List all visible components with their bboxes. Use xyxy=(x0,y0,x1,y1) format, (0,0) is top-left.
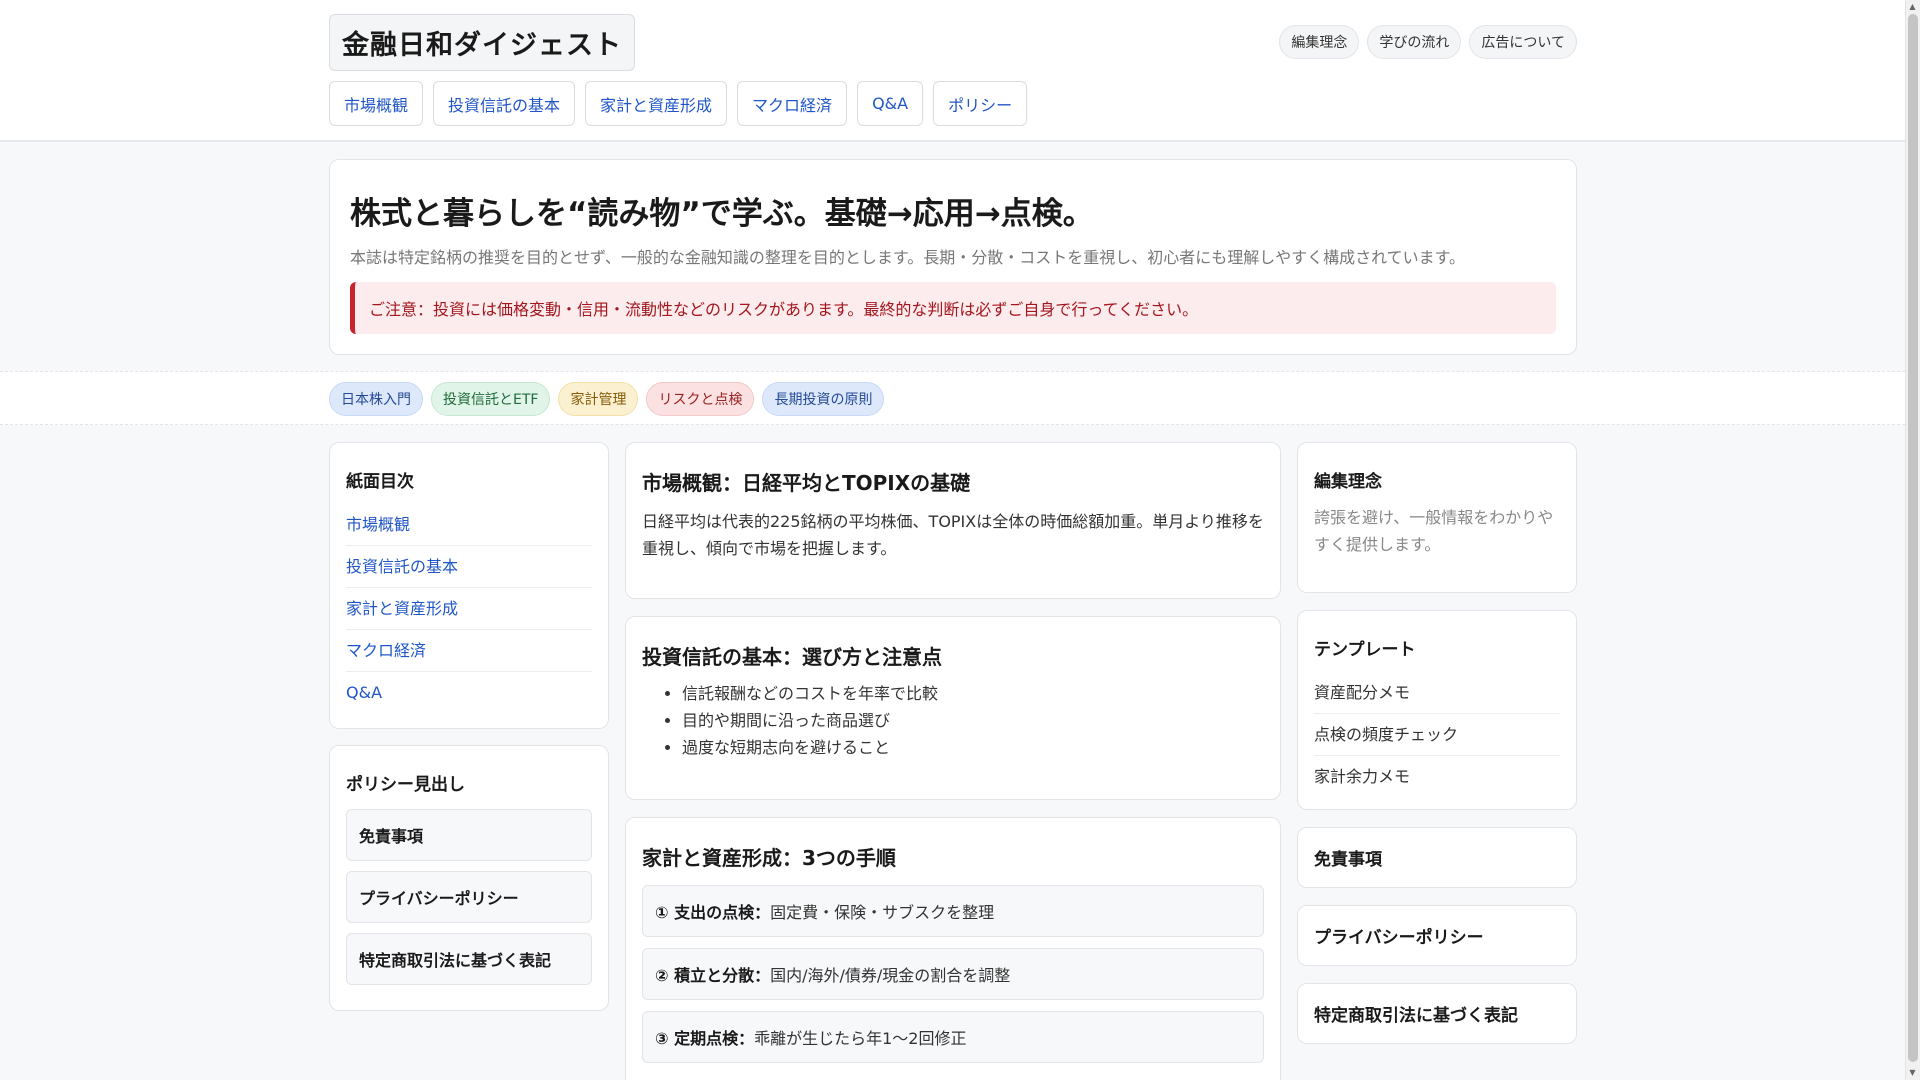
toc-item-funds[interactable]: 投資信託の基本 xyxy=(346,546,592,588)
templates-list: 資産配分メモ 点検の頻度チェック 家計余力メモ xyxy=(1314,672,1560,798)
sidebar-link-privacy[interactable]: プライバシーポリシー xyxy=(1297,905,1577,966)
sidebar-link-label: 免責事項 xyxy=(1314,850,1382,870)
step-text: 固定費・保険・サブスクを整理 xyxy=(770,903,995,922)
hero-section: 株式と暮らしを“読み物”で学ぶ。基礎→応用→点検。 本誌は特定銘柄の推奨を目的と… xyxy=(329,159,1577,355)
scroll-down-icon[interactable]: ▼ xyxy=(1908,1068,1917,1078)
templates-title: テンプレート xyxy=(1314,640,1416,660)
article-household-title: 家計と資産形成：3つの手順 xyxy=(642,846,896,870)
sidebar-link-label: 特定商取引法に基づく表記 xyxy=(1314,1006,1518,1026)
toc-item-market[interactable]: 市場概観 xyxy=(346,504,592,546)
scrollbar-thumb[interactable] xyxy=(1908,14,1918,1062)
header-links: 編集理念 学びの流れ 広告について xyxy=(1279,25,1577,59)
template-item-household-margin[interactable]: 家計余力メモ xyxy=(1314,756,1560,798)
nav-qa[interactable]: Q&A xyxy=(857,81,924,126)
tag-japan-stocks[interactable]: 日本株入門 xyxy=(329,382,423,416)
policy-privacy[interactable]: プライバシーポリシー xyxy=(346,871,592,923)
tag-long-term[interactable]: 長期投資の原則 xyxy=(762,382,885,416)
article-funds: 投資信託の基本：選び方と注意点 信託報酬などのコストを年率で比較 目的や期間に沿… xyxy=(625,616,1281,800)
policy-commerce-law[interactable]: 特定商取引法に基づく表記 xyxy=(346,933,592,985)
step-item: ③ 定期点検： 乖離が生じたら年1〜2回修正 xyxy=(642,1011,1264,1063)
philosophy-title: 編集理念 xyxy=(1314,472,1382,492)
step-text: 国内/海外/債券/現金の割合を調整 xyxy=(770,966,1011,985)
nav-household[interactable]: 家計と資産形成 xyxy=(585,81,728,126)
toc-item-household[interactable]: 家計と資産形成 xyxy=(346,588,592,630)
policy-heads-card: ポリシー見出し 免責事項 プライバシーポリシー 特定商取引法に基づく表記 xyxy=(329,745,609,1011)
policy-heads-title: ポリシー見出し xyxy=(346,775,465,795)
article-market-title: 市場概観：日経平均とTOPIXの基礎 xyxy=(642,471,971,495)
step-head: ① 支出の点検： xyxy=(655,903,771,922)
sidebar-link-disclaimer[interactable]: 免責事項 xyxy=(1297,827,1577,888)
nav-policy[interactable]: ポリシー xyxy=(933,81,1028,126)
step-head: ③ 定期点検： xyxy=(655,1029,755,1048)
tag-risk-check[interactable]: リスクと点検 xyxy=(646,382,755,416)
template-item-check-frequency[interactable]: 点検の頻度チェック xyxy=(1314,714,1560,756)
article-market: 市場概観：日経平均とTOPIXの基礎 日経平均は代表的225銘柄の平均株価、TO… xyxy=(625,442,1281,599)
article-market-body: 日経平均は代表的225銘柄の平均株価、TOPIXは全体の時価総額加重。単月より推… xyxy=(642,512,1264,558)
list-item: 目的や期間に沿った商品選び xyxy=(682,707,1264,734)
templates-card: テンプレート 資産配分メモ 点検の頻度チェック 家計余力メモ xyxy=(1297,610,1577,810)
philosophy-card: 編集理念 誇張を避け、一般情報をわかりやすく提供します。 xyxy=(1297,442,1577,593)
step-head: ② 積立と分散： xyxy=(655,966,771,985)
toc-list: 市場概観 投資信託の基本 家計と資産形成 マクロ経済 Q&A xyxy=(346,504,592,714)
article-household: 家計と資産形成：3つの手順 ① 支出の点検： 固定費・保険・サブスクを整理 ② 積… xyxy=(625,817,1281,1080)
template-item-allocation[interactable]: 資産配分メモ xyxy=(1314,672,1560,714)
list-item: 信託報酬などのコストを年率で比較 xyxy=(682,680,1264,707)
policy-disclaimer[interactable]: 免責事項 xyxy=(346,809,592,861)
nav-macro[interactable]: マクロ経済 xyxy=(737,81,848,126)
main-nav: 市場概観 投資信託の基本 家計と資産形成 マクロ経済 Q&A ポリシー xyxy=(329,81,1028,126)
sidebar-link-commerce-law[interactable]: 特定商取引法に基づく表記 xyxy=(1297,983,1577,1044)
step-text: 乖離が生じたら年1〜2回修正 xyxy=(754,1029,967,1048)
toc-card: 紙面目次 市場概観 投資信託の基本 家計と資産形成 マクロ経済 Q&A xyxy=(329,442,609,729)
toc-title: 紙面目次 xyxy=(346,472,414,492)
scrollbar[interactable]: ▲ ▼ xyxy=(1905,0,1920,1080)
risk-alert: ご注意：投資には価格変動・信用・流動性などのリスクがあります。最終的な判断は必ず… xyxy=(350,282,1556,334)
nav-market[interactable]: 市場概観 xyxy=(329,81,424,126)
toc-item-macro[interactable]: マクロ経済 xyxy=(346,630,592,672)
article-funds-title: 投資信託の基本：選び方と注意点 xyxy=(642,645,942,669)
nav-funds[interactable]: 投資信託の基本 xyxy=(433,81,576,126)
tag-strip: 日本株入門 投資信託とETF 家計管理 リスクと点検 長期投資の原則 xyxy=(0,371,1920,425)
header-link-philosophy[interactable]: 編集理念 xyxy=(1279,25,1360,59)
header-link-ads[interactable]: 広告について xyxy=(1469,25,1577,59)
philosophy-text: 誇張を避け、一般情報をわかりやすく提供します。 xyxy=(1314,508,1554,554)
sidebar-link-label: プライバシーポリシー xyxy=(1314,928,1484,948)
scroll-up-icon[interactable]: ▲ xyxy=(1908,2,1917,12)
step-item: ② 積立と分散： 国内/海外/債券/現金の割合を調整 xyxy=(642,948,1264,1000)
article-funds-list: 信託報酬などのコストを年率で比較 目的や期間に沿った商品選び 過度な短期志向を避… xyxy=(642,680,1264,761)
site-logo[interactable]: 金融日和ダイジェスト xyxy=(329,14,635,71)
hero-lead: 本誌は特定銘柄の推奨を目的とせず、一般的な金融知識の整理を目的とします。長期・分… xyxy=(350,248,1466,267)
tag-household[interactable]: 家計管理 xyxy=(558,382,639,416)
tag-funds-etf[interactable]: 投資信託とETF xyxy=(431,382,551,416)
step-item: ① 支出の点検： 固定費・保険・サブスクを整理 xyxy=(642,885,1264,937)
list-item: 過度な短期志向を避けること xyxy=(682,734,1264,761)
header-link-learning-flow[interactable]: 学びの流れ xyxy=(1367,25,1462,59)
toc-item-qa[interactable]: Q&A xyxy=(346,672,592,714)
site-header: 金融日和ダイジェスト 編集理念 学びの流れ 広告について 市場概観 投資信託の基… xyxy=(0,0,1920,142)
hero-title: 株式と暮らしを“読み物”で学ぶ。基礎→応用→点検。 xyxy=(350,196,1094,232)
